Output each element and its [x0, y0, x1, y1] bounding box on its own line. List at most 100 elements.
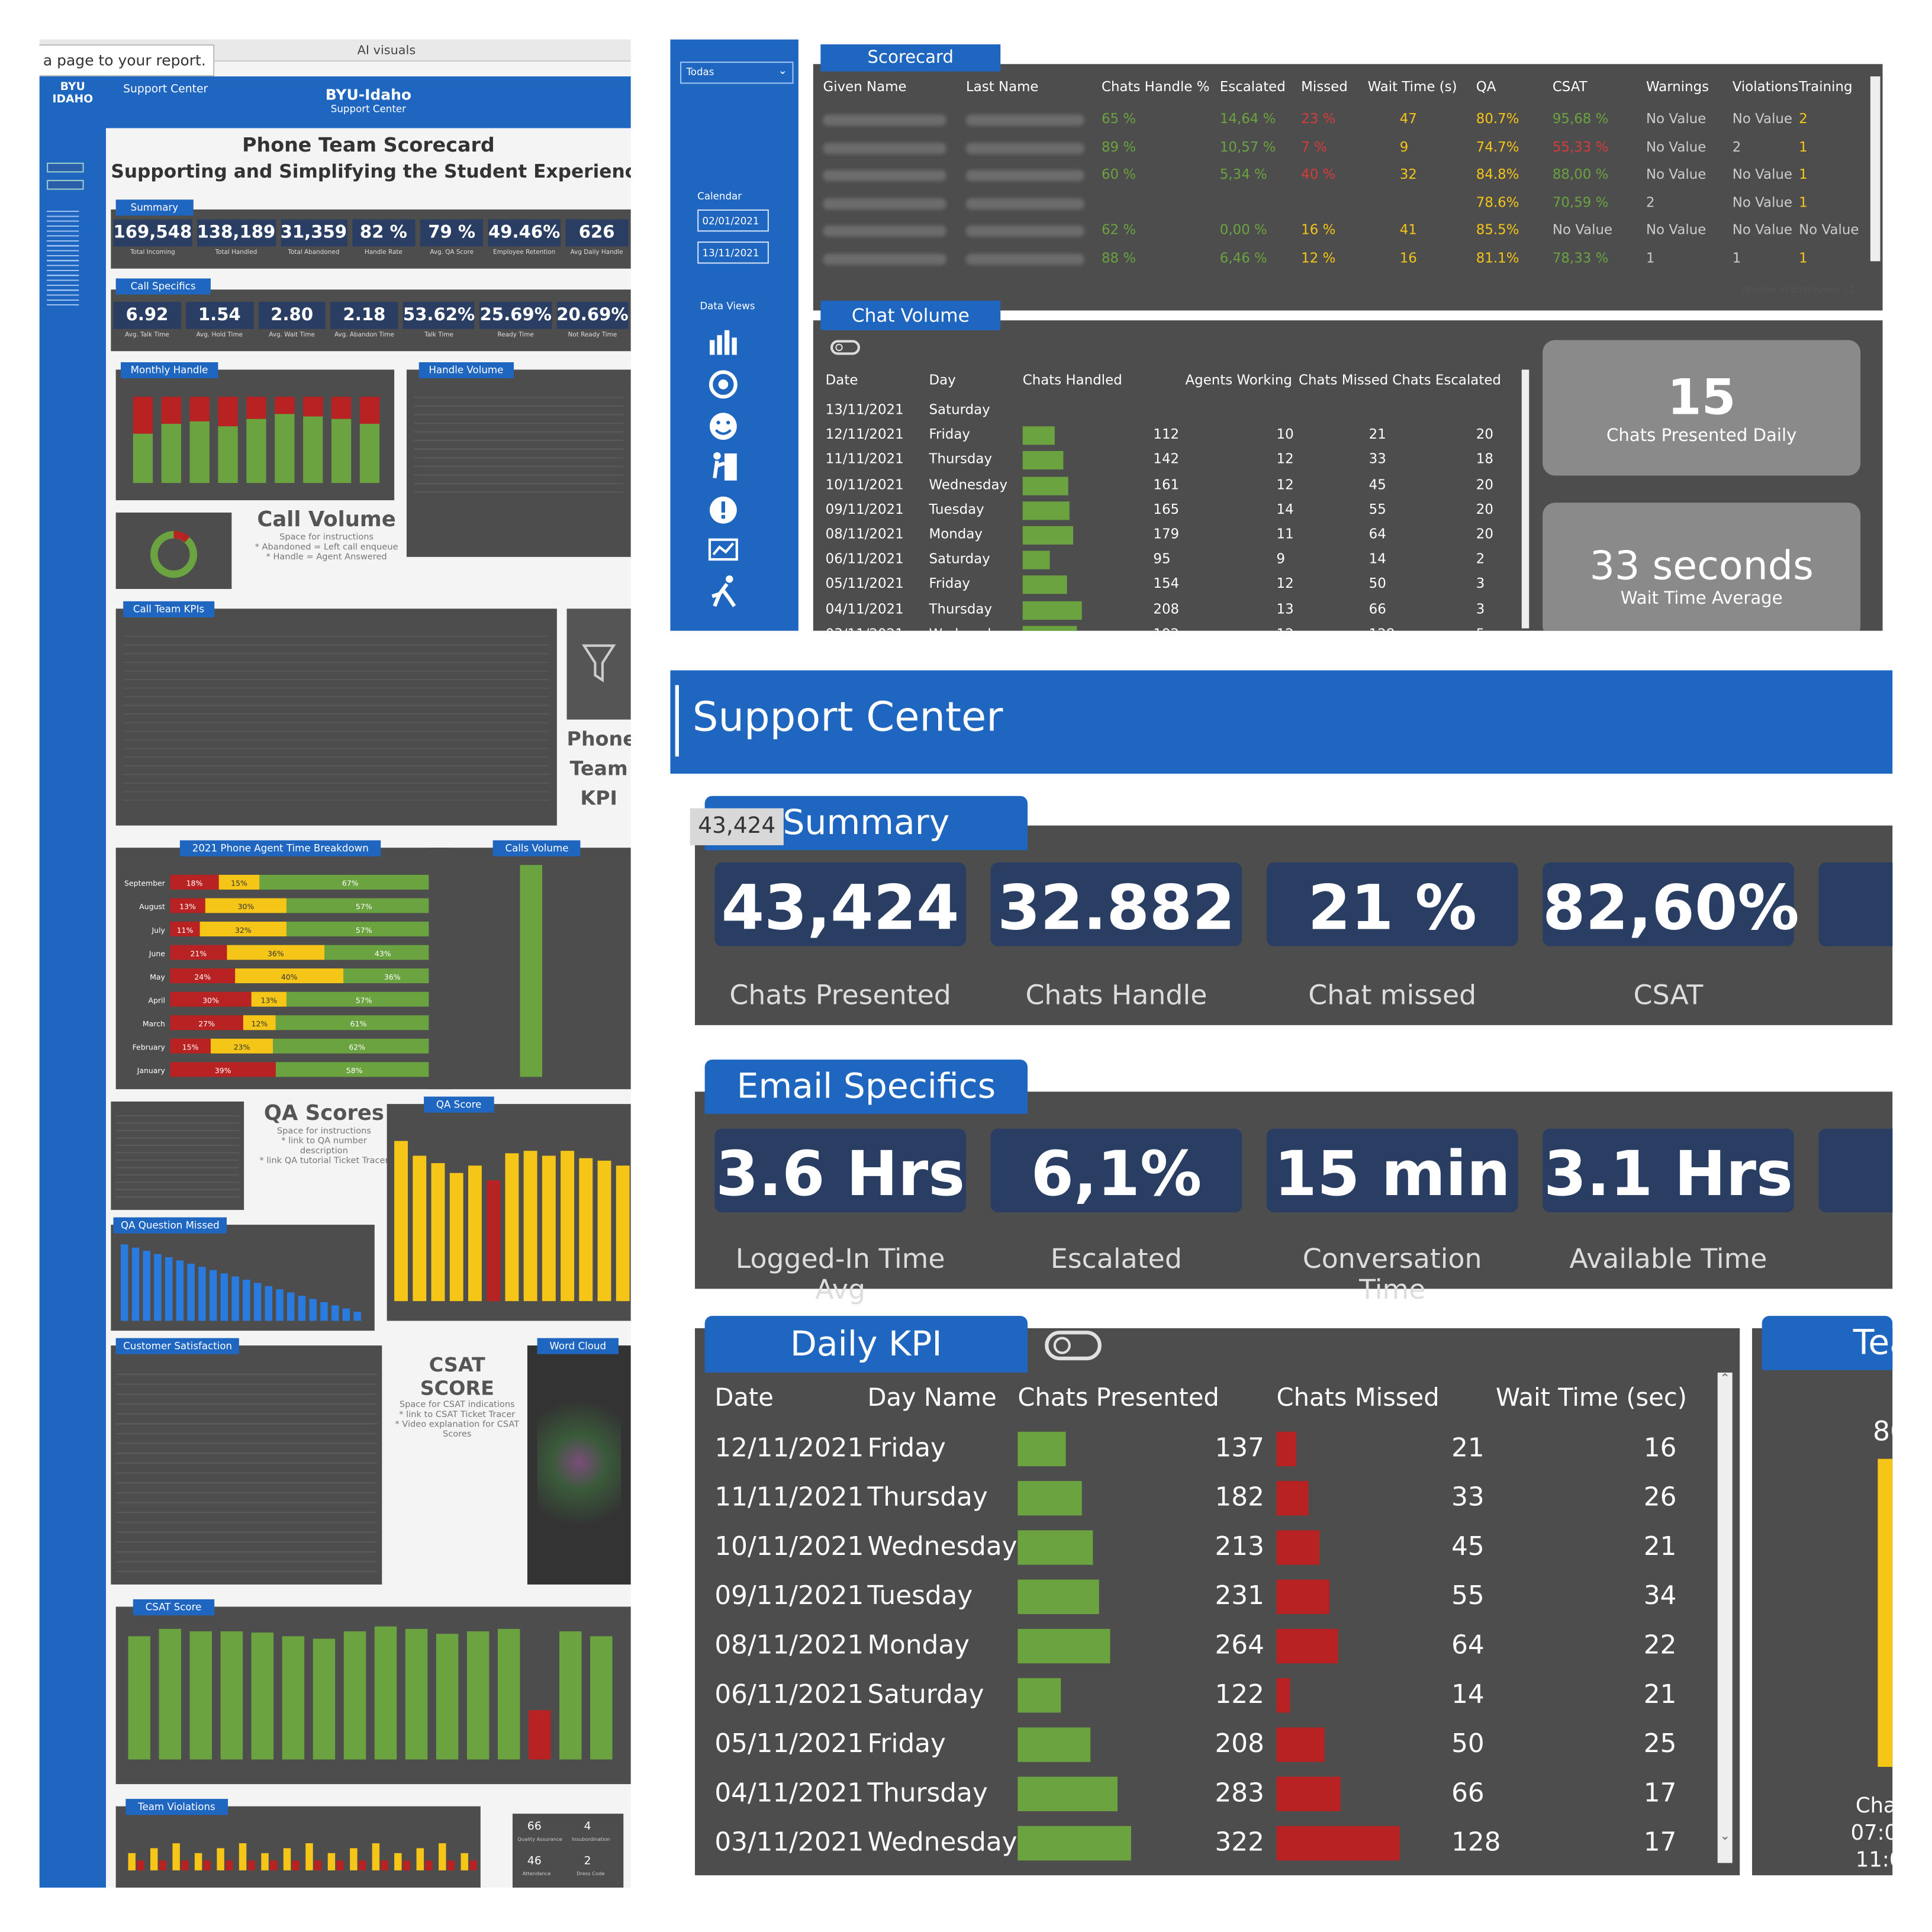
- scroll-up-icon[interactable]: ⌃: [1718, 1373, 1733, 1386]
- cv-handled: 192: [1153, 626, 1179, 631]
- agent-time-pct: 57%: [356, 902, 372, 911]
- daily-kpi-row[interactable]: 08/11/2021 Monday 264 64 22: [695, 1621, 1705, 1670]
- climbing-icon[interactable]: [713, 452, 737, 481]
- chat-volume-col-header[interactable]: Date: [826, 372, 858, 388]
- scorecard-cell-wait: 9: [1399, 139, 1409, 155]
- summary-caption: Avg. QA Score: [430, 249, 474, 256]
- smiley-icon[interactable]: [710, 413, 737, 440]
- scorecard-row[interactable]: 89 % 10,57 % 7 % 9 74.7% 55,33 % No Value 2 1: [813, 134, 1883, 161]
- chat-volume-col-header[interactable]: Chats Handled: [1023, 372, 1122, 388]
- chat-volume-col-header[interactable]: Day: [929, 372, 956, 388]
- daily-kpi-col-header[interactable]: Chats Missed: [1277, 1383, 1440, 1412]
- violation-bar: [247, 1860, 255, 1870]
- daily-kpi-scrollbar[interactable]: ⌃ ⌄: [1717, 1372, 1733, 1863]
- scorecard-col-header[interactable]: Chats Handle %: [1102, 79, 1210, 95]
- date-slicer-to[interactable]: [47, 179, 84, 190]
- cv-missed: 128: [1369, 626, 1395, 631]
- chat-volume-col-header[interactable]: Agents Working: [1185, 372, 1292, 388]
- daily-kpi-row[interactable]: 06/11/2021 Saturday 122 14 21: [695, 1671, 1705, 1720]
- runner-icon[interactable]: [711, 575, 736, 607]
- scorecard-row[interactable]: 65 % 14,64 % 23 % 47 80.7% 95,68 % No Value No …: [813, 106, 1883, 133]
- team-footer-1: Chat: [1855, 1793, 1892, 1819]
- cv-missed: 21: [1368, 426, 1386, 443]
- date-to-input[interactable]: 13/11/2021: [697, 241, 769, 264]
- scorecard-col-header[interactable]: CSAT: [1553, 79, 1588, 95]
- chat-volume-col-header[interactable]: Chats Missed: [1299, 372, 1388, 388]
- qa-score-bar: [413, 1155, 427, 1302]
- daily-kpi-row[interactable]: 12/11/2021 Friday 137 21 16: [695, 1424, 1705, 1473]
- scorecard-cell-training: 1: [1799, 194, 1808, 210]
- qa-scores-rows: [115, 1109, 239, 1203]
- agent-time-month: August: [139, 902, 165, 911]
- phone-scorecard-panel: a page to your report. AI visuals BYU ID…: [39, 39, 631, 1888]
- scorecard-row[interactable]: 62 % 0,00 % 16 % 41 85.5% No Value No Value No …: [813, 217, 1883, 244]
- scorecard-col-header[interactable]: Violations: [1733, 79, 1799, 95]
- daily-kpi-row[interactable]: 11/11/2021 Thursday 182 33 26: [695, 1474, 1705, 1523]
- month-checklist[interactable]: [47, 207, 79, 306]
- chat-volume-scrollbar[interactable]: [1521, 369, 1530, 629]
- dk-wait: 17: [1643, 1778, 1677, 1808]
- scorecard-scrollbar[interactable]: [1870, 76, 1881, 262]
- dk-missed: 128: [1451, 1827, 1501, 1857]
- scorecard-col-header[interactable]: Training: [1799, 79, 1852, 95]
- scorecard-col-header[interactable]: QA: [1476, 79, 1496, 95]
- summary-tile: 43,424: [714, 862, 966, 946]
- scorecard-col-header[interactable]: Escalated: [1220, 79, 1286, 95]
- filter-tile[interactable]: [566, 608, 631, 720]
- chat-volume-row[interactable]: 10/11/2021 Wednesday 161 12 45 20: [813, 474, 1883, 499]
- scorecard-col-header[interactable]: Wait Time (s): [1368, 79, 1457, 95]
- scorecard-cell-wait: 16: [1399, 249, 1417, 266]
- scorecard-cell-violations: 2: [1732, 139, 1741, 155]
- scorecard-col-header[interactable]: Warnings: [1646, 79, 1709, 95]
- csat-score-bar: [559, 1631, 582, 1760]
- daily-kpi-row[interactable]: 05/11/2021 Friday 208 50 25: [695, 1720, 1705, 1769]
- dk-day: Friday: [867, 1728, 946, 1759]
- date-slicer-from[interactable]: [47, 162, 84, 173]
- daily-kpi-row[interactable]: 04/11/2021 Thursday 283 66 17: [695, 1769, 1705, 1818]
- email-value: 3.6 Hrs: [716, 1138, 965, 1210]
- daily-kpi-row[interactable]: 09/11/2021 Tuesday 231 55 34: [695, 1572, 1705, 1621]
- add-page-tooltip[interactable]: a page to your report.: [39, 44, 215, 77]
- daily-kpi-row[interactable]: 10/11/2021 Wednesday 213 45 21: [695, 1523, 1705, 1572]
- team-dropdown[interactable]: Todas ⌄: [680, 62, 794, 84]
- dk-missed-bar: [1276, 1727, 1325, 1762]
- date-from-input[interactable]: 02/01/2021: [697, 209, 769, 232]
- cv-missed: 55: [1368, 501, 1386, 517]
- daily-kpi-col-header[interactable]: Date: [714, 1383, 774, 1412]
- scorecard-col-header[interactable]: Given Name: [823, 79, 907, 95]
- wait-time-label: Wait Time Average: [1620, 589, 1783, 609]
- ai-visuals-tab[interactable]: AI visuals: [358, 44, 416, 58]
- call-spec-value: 2.80: [258, 301, 326, 329]
- chart-icon[interactable]: [710, 330, 737, 355]
- toggle-switch[interactable]: [830, 340, 860, 355]
- scroll-down-icon[interactable]: ⌄: [1718, 1830, 1733, 1843]
- warning-bar: [239, 1843, 247, 1870]
- alert-icon[interactable]: [710, 496, 737, 524]
- filter-icon[interactable]: [567, 608, 631, 719]
- badge-icon[interactable]: [709, 370, 738, 399]
- cv-handled-bar: [1022, 526, 1074, 545]
- chat-volume-col-header[interactable]: Chats Escalated: [1392, 372, 1501, 388]
- subtitle: Support Center: [330, 103, 406, 115]
- daily-kpi-col-header[interactable]: Day Name: [867, 1383, 996, 1412]
- scorecard-col-header[interactable]: Missed: [1301, 79, 1348, 95]
- report-icon[interactable]: [708, 538, 738, 561]
- scorecard-row[interactable]: 88 % 6,46 % 12 % 16 81.1% 78,33 % 1 1 1: [813, 244, 1883, 272]
- scorecard-cell-training: No Value: [1799, 221, 1859, 238]
- warning-bar: [416, 1848, 424, 1870]
- scorecard-col-header[interactable]: Last Name: [966, 79, 1039, 95]
- scorecard-row[interactable]: 60 % 5,34 % 40 % 32 84.8% 88,00 % No Value No V…: [813, 162, 1883, 189]
- monthly-handled-bar: [218, 426, 238, 483]
- scorecard-row[interactable]: 78.6% 70,59 % 2 No Value 1: [813, 189, 1883, 217]
- email-specifics-label: Email Specifics: [704, 1060, 1028, 1114]
- nav-support-center[interactable]: Support Center: [123, 84, 208, 96]
- daily-kpi-row[interactable]: 03/11/2021 Wednesday 322 128 17: [695, 1818, 1705, 1867]
- monthly-abandoned-bar: [331, 397, 352, 419]
- daily-kpi-col-header[interactable]: Wait Time (sec): [1496, 1383, 1687, 1412]
- daily-kpi-col-header[interactable]: Chats Presented: [1017, 1383, 1219, 1412]
- cv-missed: 14: [1368, 550, 1386, 567]
- daily-kpi-toggle[interactable]: [1045, 1331, 1102, 1361]
- violation-bar: [269, 1860, 278, 1870]
- scorecard-cell-qa: 74.7%: [1476, 139, 1519, 155]
- scorecard-cell-wait: 47: [1399, 111, 1417, 127]
